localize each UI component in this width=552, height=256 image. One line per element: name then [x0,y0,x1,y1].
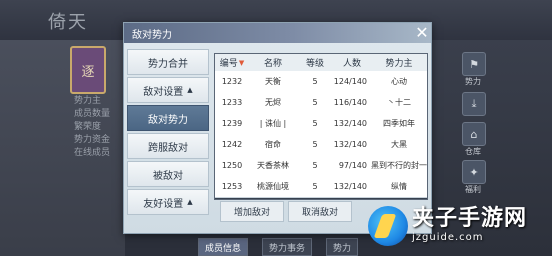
game-logo: 倚天 [48,12,88,33]
side-button-merge[interactable]: 势力合并 [127,49,209,75]
cell-id: 1253 [221,182,243,191]
side-button-targeted[interactable]: 被敌对 [127,161,209,187]
cell-id: 1242 [221,140,243,149]
guild-emblem: 逐 [70,46,106,94]
side-button-label: 势力合并 [148,58,188,70]
info-line: 在线成员 [74,148,111,158]
side-button-cross-server[interactable]: 跨服敌对 [127,133,209,159]
cell-level: 5 [312,98,318,107]
dialog-header: 敌对势力 ✕ [124,23,431,43]
side-button-friendly-settings[interactable]: 友好设置 ▲ [127,189,209,215]
cell-leader: 四季如年 [383,119,415,128]
col-name[interactable]: 名称 [249,54,297,71]
cell-level: 5 [312,119,318,128]
info-line: 成员数量 [74,109,111,119]
cancel-hostile-button[interactable]: 取消敌对 [288,201,352,222]
cell-members: 132/140 [333,119,367,128]
cell-members: 116/140 [333,98,367,107]
chevron-up-icon: ▲ [187,198,193,206]
side-button-label: 跨服敌对 [148,142,188,154]
side-button-label: 敌对势力 [148,114,188,126]
site-watermark: 夹子手游网 jzguide.com [350,192,552,256]
close-icon[interactable]: ✕ [413,24,431,42]
cell-members: 132/140 [333,140,367,149]
table-row[interactable]: 1232 天衡 5 124/140 心动 [215,71,427,93]
cell-leader: 心动 [391,77,407,86]
cell-id: 1233 [221,98,243,107]
table-header: 编号 ▼ 名称 等级 人数 势力主 [215,54,427,71]
cell-level: 5 [312,140,318,149]
download-icon[interactable]: ⤓ [462,92,486,116]
table-row[interactable]: 1239 | 诛仙 | 5 132/140 四季如年 [215,113,427,135]
cell-members: 97/140 [338,161,367,170]
side-button-hostile-settings[interactable]: 敌对设置 ▲ [127,77,209,103]
tab-affairs[interactable]: 势力事务 [262,238,313,256]
cell-name: 天香茶林 [257,161,289,170]
cell-level: 5 [312,182,318,191]
watermark-logo-icon [368,206,408,246]
tab-member-info[interactable]: 成员信息 [198,238,249,256]
col-level[interactable]: 等级 [297,54,333,71]
cell-name: 宿命 [265,140,281,149]
cell-id: 1250 [221,161,243,170]
chevron-up-icon: ▲ [187,86,193,94]
watermark-title: 夹子手游网 [412,206,528,231]
col-members[interactable]: 人数 [333,54,371,71]
add-hostile-button[interactable]: 增加敌对 [220,201,284,222]
side-label: 仓库 [465,147,481,156]
side-button-label: 友好设置 [143,198,184,210]
cell-leader: 丶十二 [387,98,411,107]
cell-leader: 黑到不行的封一 [371,161,427,170]
dialog-title: 敌对势力 [132,30,172,41]
cell-id: 1232 [221,77,243,86]
watermark-url: jzguide.com [412,232,484,243]
gift-icon[interactable]: ✦ [462,160,486,184]
col-leader[interactable]: 势力主 [371,54,427,71]
side-button-label: 敌对设置 [143,86,184,98]
building-icon[interactable]: ⌂ [462,122,486,146]
col-id[interactable]: 编号 ▼ [215,54,249,71]
cell-leader: 大黑 [391,140,407,149]
info-line: 势力主 [74,96,102,106]
cell-name: 无烬 [265,98,281,107]
info-line: 繁荣度 [74,122,102,132]
table-row[interactable]: 1233 无烬 5 116/140 丶十二 [215,92,427,114]
table-row[interactable]: 1250 天香茶林 5 97/140 黑到不行的封一 [215,155,427,177]
side-button-label: 被敌对 [153,170,183,182]
cell-members: 124/140 [333,77,367,86]
cell-id: 1239 [221,119,243,128]
side-label: 势力 [465,77,481,86]
table-row[interactable]: 1242 宿命 5 132/140 大黑 [215,134,427,156]
cell-name: | 诛仙 | [259,119,287,128]
cell-name: 天衡 [265,77,281,86]
hostile-table: 编号 ▼ 名称 等级 人数 势力主 1232 天衡 5 124/140 心动 1233 无烬 5… [214,53,428,200]
guild-info: 势力主 成员数量 繁荣度 势力资金 在线成员 [74,95,110,160]
cell-name: 桃源仙境 [257,182,289,191]
info-line: 势力资金 [74,135,111,145]
cell-level: 5 [312,77,318,86]
flag-icon[interactable]: ⚑ [462,52,486,76]
sort-down-icon: ▼ [238,58,245,67]
side-button-hostile-forces[interactable]: 敌对势力 [127,105,209,131]
cell-level: 5 [312,161,318,170]
